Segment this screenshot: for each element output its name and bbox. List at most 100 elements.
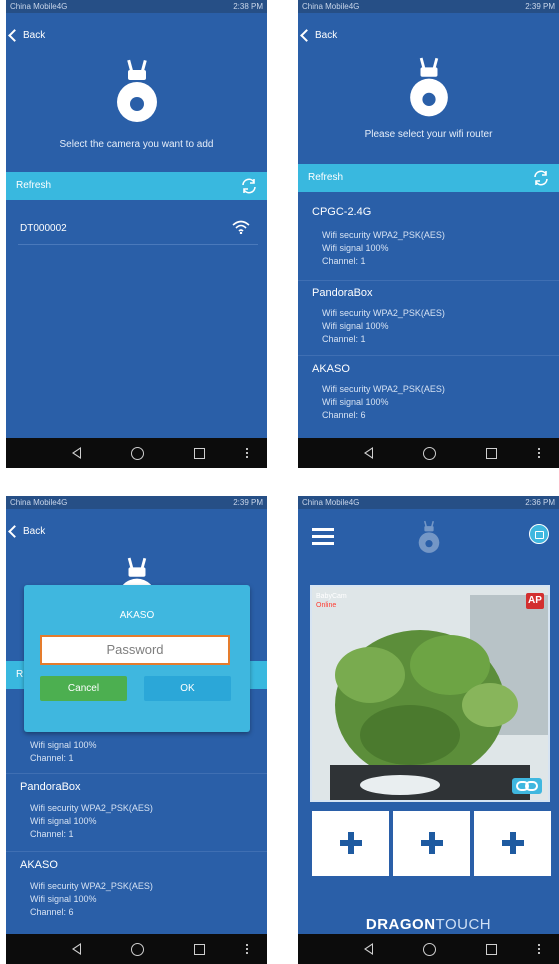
screen-camera-select: China Mobile4G 2:38 PM Back Select the c… (6, 0, 267, 468)
network-name: PandoraBox (20, 781, 81, 793)
back-button[interactable]: Back (300, 29, 337, 42)
brand-logo: DRAGONTOUCH (298, 916, 559, 933)
refresh-bar[interactable]: Refresh (298, 164, 559, 192)
status-bar: China Mobile4G 2:36 PM (298, 496, 559, 509)
add-camera-slot[interactable] (393, 811, 470, 876)
add-device-icon[interactable] (529, 524, 549, 544)
network-row[interactable]: AKASO Wifi security WPA2_PSK(AES) Wifi s… (6, 859, 267, 925)
plus-icon-bar (340, 840, 362, 846)
add-camera-slot[interactable] (312, 811, 389, 876)
nav-recent-icon[interactable] (486, 448, 497, 459)
nav-back-icon[interactable] (72, 447, 81, 459)
wifi-icon (232, 220, 250, 234)
time-label: 2:39 PM (233, 498, 263, 507)
plus-icon-bar (421, 840, 443, 846)
network-name: AKASO (312, 363, 350, 375)
screen-wifi-select: China Mobile4G 2:39 PM Back Please selec… (298, 0, 559, 468)
back-label: Back (23, 526, 46, 537)
subtitle: Select the camera you want to add (59, 139, 214, 150)
dialog-title: AKASO (119, 610, 155, 621)
network-security: Wifi security WPA2_PSK(AES) (322, 230, 445, 240)
network-channel: Channel: 1 (30, 829, 74, 839)
android-nav-bar (6, 438, 267, 468)
nav-recent-icon[interactable] (194, 448, 205, 459)
nav-menu-icon[interactable] (538, 447, 540, 459)
back-label: Back (23, 30, 46, 41)
back-button[interactable]: Back (8, 29, 46, 42)
refresh-label: Refresh (308, 172, 344, 183)
brand-main: DRAGON (365, 916, 436, 933)
network-row[interactable]: Wifi signal 100% Channel: 1 (6, 726, 267, 774)
nav-recent-icon[interactable] (486, 944, 497, 955)
refresh-label: Refresh (16, 180, 52, 191)
android-nav-bar (298, 934, 559, 964)
hamburger-menu-icon[interactable] (312, 528, 334, 545)
network-signal: Wifi signal 100% (322, 397, 389, 407)
nav-back-icon[interactable] (364, 447, 373, 459)
chevron-left-icon (8, 525, 21, 538)
device-row[interactable]: DT000002 (18, 214, 258, 245)
nav-menu-icon[interactable] (538, 943, 540, 955)
network-name: CPGC-2.4G (312, 206, 372, 218)
nav-home-icon[interactable] (131, 447, 144, 460)
refresh-label: R (16, 669, 24, 680)
camera-status-overlay: Online (316, 602, 337, 609)
nav-menu-icon[interactable] (246, 447, 248, 459)
nav-menu-icon[interactable] (246, 943, 248, 955)
network-signal: Wifi signal 100% (322, 321, 389, 331)
cancel-button[interactable]: Cancel (40, 676, 127, 701)
brand-sub: TOUCH (435, 916, 492, 933)
status-bar: China Mobile4G 2:38 PM (6, 0, 267, 13)
network-channel: Channel: 1 (322, 256, 366, 266)
network-name: AKASO (20, 859, 58, 871)
nav-back-icon[interactable] (72, 943, 81, 955)
back-button[interactable]: Back (8, 525, 46, 538)
status-bar: China Mobile4G 2:39 PM (298, 0, 559, 13)
carrier-label: China Mobile4G (10, 2, 68, 11)
network-row[interactable]: PandoraBox Wifi security WPA2_PSK(AES) W… (6, 781, 267, 852)
network-row[interactable]: CPGC-2.4G Wifi security WPA2_PSK(AES) Wi… (298, 206, 559, 281)
camera-feed-image (312, 587, 548, 800)
ap-badge[interactable]: AP (526, 593, 544, 609)
nav-home-icon[interactable] (423, 447, 436, 460)
subtitle: Please select your wifi router (364, 129, 493, 140)
network-channel: Channel: 6 (322, 410, 366, 420)
network-security: Wifi security WPA2_PSK(AES) (30, 803, 153, 813)
nav-home-icon[interactable] (423, 943, 436, 956)
password-dialog: AKASO Password Cancel OK (24, 585, 250, 732)
screen-camera-live: China Mobile4G 2:36 PM BabyCam Online AP… (298, 496, 559, 964)
add-camera-slot[interactable] (474, 811, 551, 876)
password-input[interactable]: Password (40, 635, 230, 665)
camera-preview[interactable]: BabyCam Online AP (310, 585, 550, 802)
carrier-label: China Mobile4G (10, 498, 68, 507)
nav-back-icon[interactable] (364, 943, 373, 955)
time-label: 2:39 PM (525, 2, 555, 11)
chevron-left-icon (300, 29, 313, 42)
network-row[interactable]: PandoraBox Wifi security WPA2_PSK(AES) W… (298, 287, 559, 356)
camera-name-overlay: BabyCam (316, 593, 347, 600)
device-name: DT000002 (20, 223, 67, 234)
refresh-bar[interactable]: Refresh (6, 172, 267, 200)
app-logo-icon (407, 56, 451, 127)
network-channel: Channel: 6 (30, 907, 74, 917)
network-signal: Wifi signal 100% (30, 740, 97, 750)
refresh-icon[interactable] (239, 176, 259, 196)
network-channel: Channel: 1 (30, 753, 74, 763)
refresh-icon[interactable] (531, 168, 551, 188)
screen-password-dialog: China Mobile4G 2:39 PM Back R Wifi signa… (6, 496, 267, 964)
link-icon[interactable] (512, 778, 542, 794)
network-name: PandoraBox (312, 287, 373, 299)
nav-recent-icon[interactable] (194, 944, 205, 955)
ok-button[interactable]: OK (144, 676, 231, 701)
android-nav-bar (298, 438, 559, 468)
network-row[interactable]: AKASO Wifi security WPA2_PSK(AES) Wifi s… (298, 363, 559, 429)
app-logo-icon (115, 58, 159, 133)
app-logo-icon (416, 520, 442, 561)
nav-home-icon[interactable] (131, 943, 144, 956)
chevron-left-icon (8, 29, 21, 42)
network-signal: Wifi signal 100% (30, 816, 97, 826)
status-bar: China Mobile4G 2:39 PM (6, 496, 267, 509)
carrier-label: China Mobile4G (302, 498, 360, 507)
plus-icon-bar (502, 840, 524, 846)
network-security: Wifi security WPA2_PSK(AES) (322, 308, 445, 318)
